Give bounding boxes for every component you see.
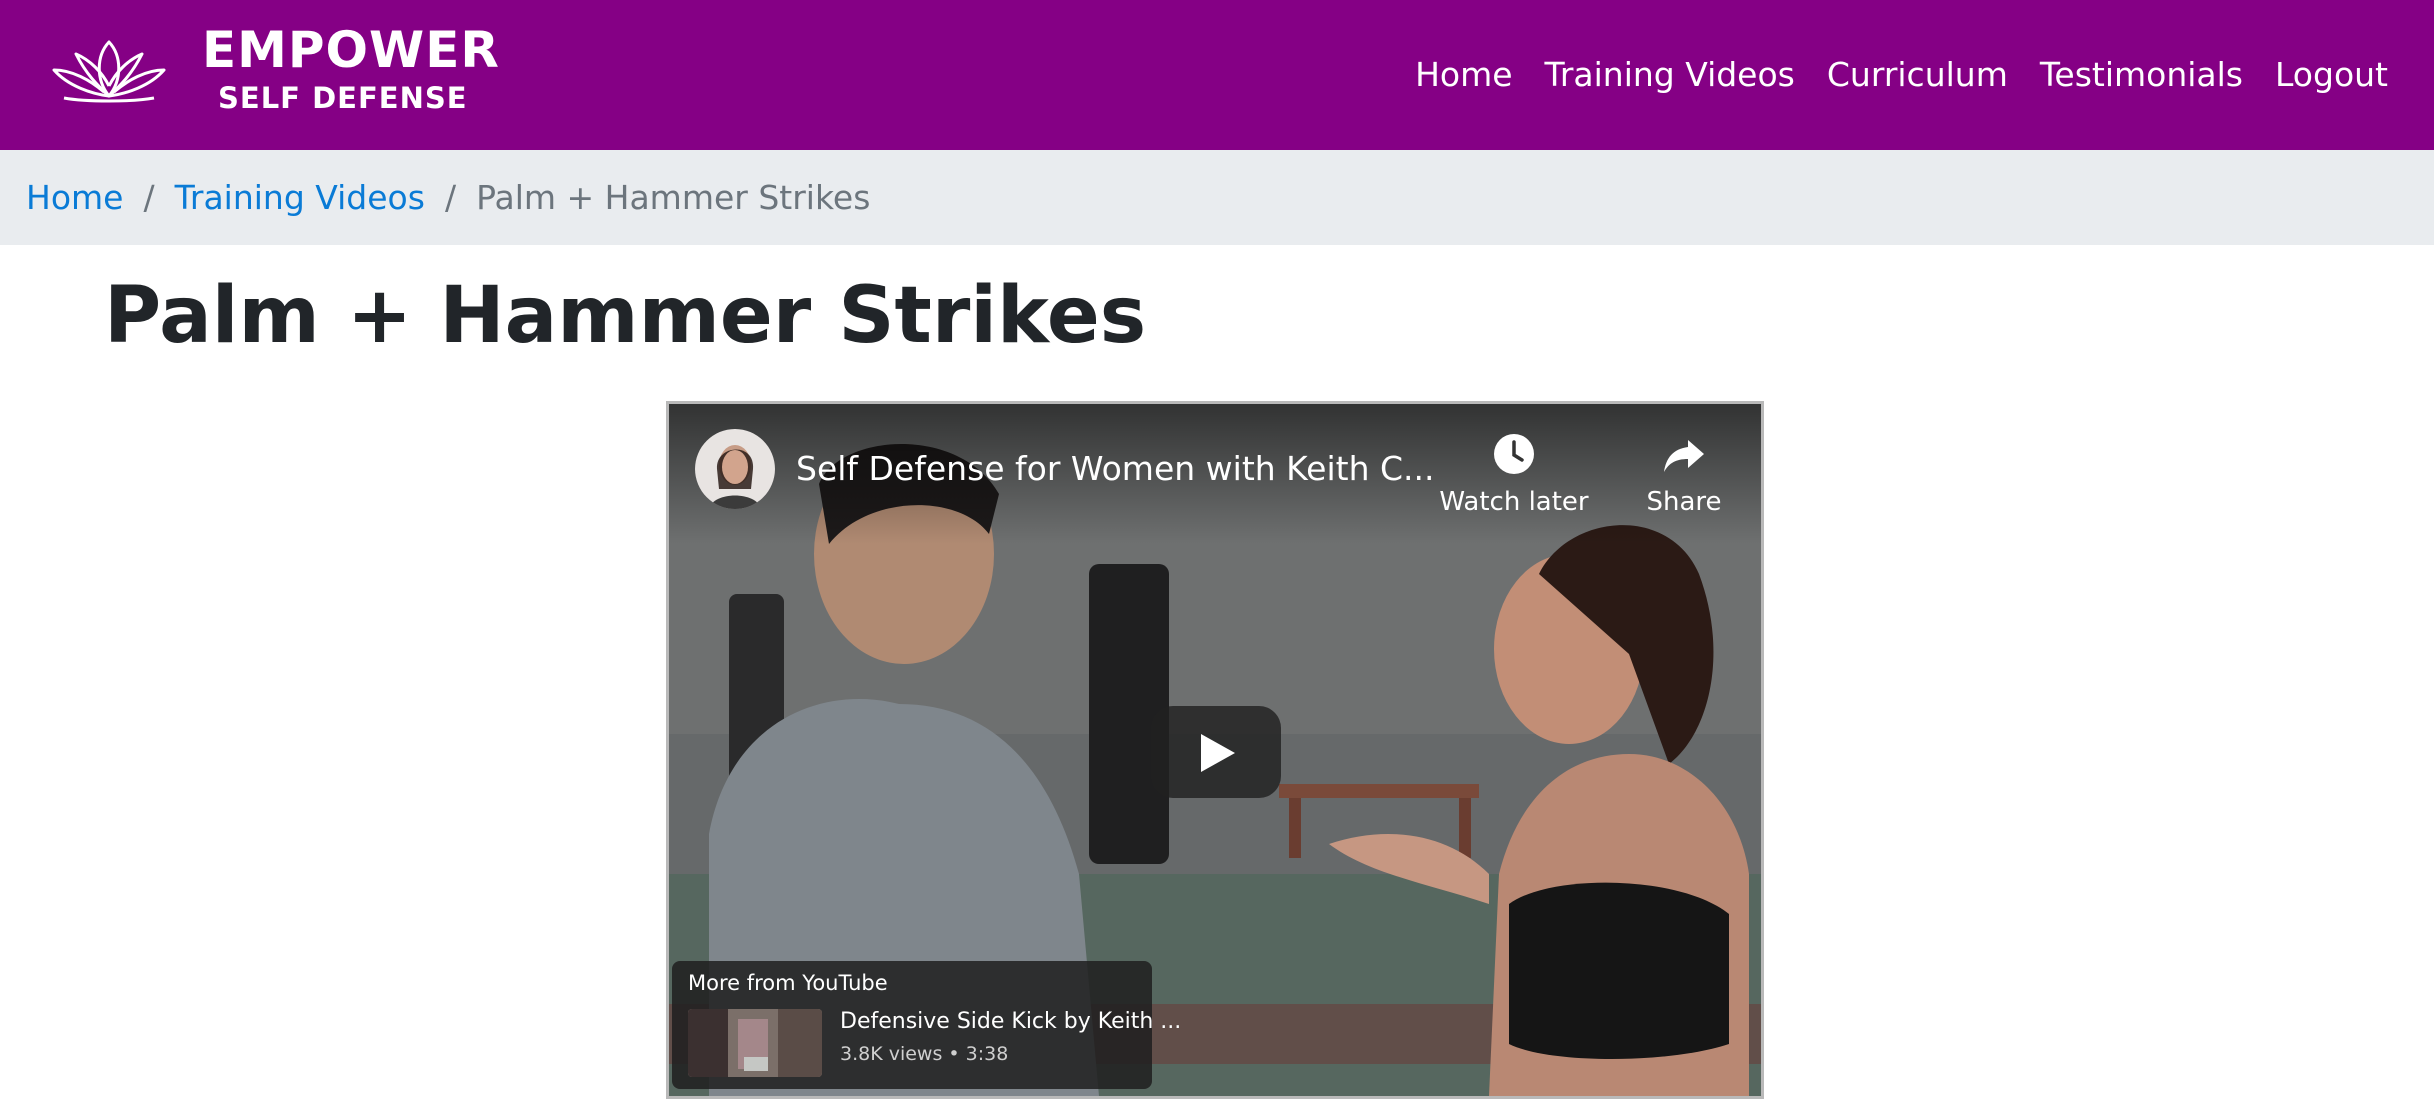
- channel-avatar[interactable]: [695, 429, 775, 509]
- share-label: Share: [1646, 487, 1722, 517]
- watch-later-button[interactable]: Watch later: [1439, 432, 1589, 522]
- nav-curriculum[interactable]: Curriculum: [1827, 50, 2008, 100]
- lotus-icon: [52, 40, 166, 103]
- related-video-meta: 3.8K views • 3:38: [840, 1043, 1009, 1065]
- watch-later-label: Watch later: [1439, 487, 1589, 517]
- related-video-title[interactable]: Defensive Side Kick by Keith ...: [840, 1007, 1181, 1037]
- breadcrumb-separator: /: [444, 178, 457, 217]
- video-title[interactable]: Self Defense for Women with Keith C...: [796, 449, 1435, 489]
- breadcrumb-current: Palm + Hammer Strikes: [476, 178, 871, 217]
- nav-training-videos[interactable]: Training Videos: [1545, 50, 1795, 100]
- share-arrow-icon: [1664, 440, 1704, 472]
- nav-logout[interactable]: Logout: [2275, 50, 2388, 100]
- nav-testimonials[interactable]: Testimonials: [2040, 50, 2243, 100]
- share-button[interactable]: Share: [1624, 432, 1744, 522]
- brand-tagline: SELF DEFENSE: [218, 81, 468, 115]
- brand-logo[interactable]: EMPOWER SELF DEFENSE: [46, 22, 506, 122]
- more-from-youtube-label: More from YouTube: [688, 971, 888, 995]
- breadcrumb-training-videos[interactable]: Training Videos: [175, 178, 425, 217]
- related-thumbnail-image: [688, 1009, 822, 1077]
- nav-home[interactable]: Home: [1415, 50, 1512, 100]
- more-from-youtube-panel: More from YouTube Defensive Side Kick by…: [672, 961, 1181, 1089]
- breadcrumb: Home / Training Videos / Palm + Hammer S…: [0, 150, 2434, 245]
- video-player[interactable]: Self Defense for Women with Keith C... W…: [666, 401, 1764, 1099]
- play-icon: [1201, 734, 1235, 772]
- page-title: Palm + Hammer Strikes: [104, 271, 1147, 361]
- breadcrumb-separator: /: [143, 178, 155, 217]
- breadcrumb-home[interactable]: Home: [26, 178, 123, 217]
- brand-name: EMPOWER: [202, 21, 500, 79]
- related-video-thumbnail[interactable]: [688, 1009, 822, 1077]
- site-header: EMPOWER SELF DEFENSE Home Training Video…: [0, 0, 2434, 150]
- main-nav: Home Training Videos Curriculum Testimon…: [1415, 50, 2388, 100]
- clock-icon: [1494, 434, 1534, 474]
- play-button[interactable]: [1151, 706, 1281, 798]
- avatar-image: [695, 429, 775, 509]
